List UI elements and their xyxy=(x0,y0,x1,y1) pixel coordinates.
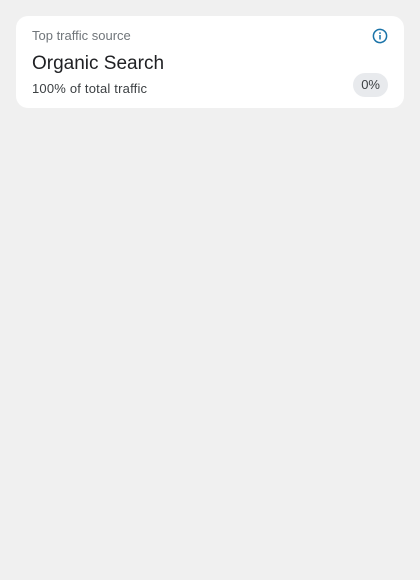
top-traffic-source-card: Top traffic source Organic Search 100% o… xyxy=(16,16,404,108)
source-name: Organic Search xyxy=(32,53,165,74)
card-label: Top traffic source xyxy=(32,28,131,43)
source-share-text: 100% of total traffic xyxy=(32,81,148,96)
change-badge: 0% xyxy=(353,73,388,97)
info-icon[interactable] xyxy=(372,28,388,44)
